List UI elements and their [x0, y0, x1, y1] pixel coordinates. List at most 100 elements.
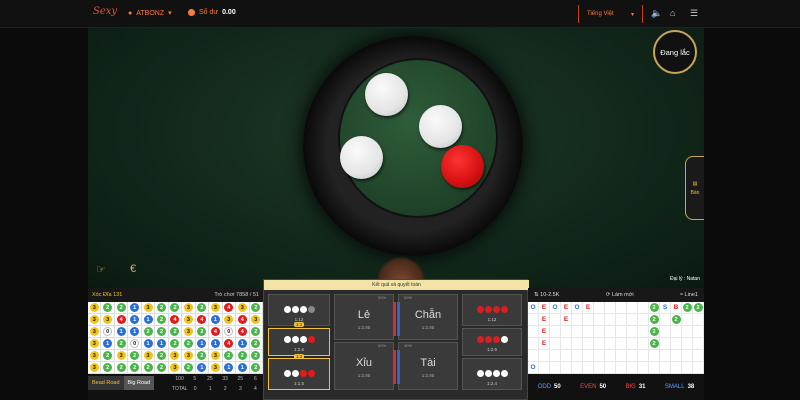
bead-grid: 3221322323432334112434134330112223240423…: [88, 302, 263, 374]
top-bar: Sexy ● ATBONZ ▾ Số dư 0.00 Tiếng Việt ▾ …: [0, 0, 800, 28]
bead-cell: 4: [236, 314, 250, 326]
bet-limit[interactable]: ⇅ 10-2.5K: [534, 292, 559, 298]
bead-cell: 2: [168, 338, 183, 350]
bead-cell: 1: [101, 338, 115, 350]
bead-result: 1: [130, 315, 140, 324]
road-header: Xóc Đĩa 131 Trò chơi 7858 / 51: [88, 288, 263, 302]
tab-bead-road[interactable]: Bead Road: [88, 376, 124, 390]
bead-cell: 2: [182, 362, 196, 374]
white-coin: [365, 73, 408, 116]
table-side-tab[interactable]: ▤ Bàn: [685, 156, 704, 220]
bead-result: 2: [197, 327, 207, 336]
bet-label: Lẻ: [357, 309, 371, 321]
road-cell: [605, 302, 616, 314]
bead-cell: 2: [222, 350, 237, 362]
bead-result: 1: [224, 363, 234, 372]
user-menu[interactable]: ● ATBONZ ▾: [128, 9, 172, 18]
bead-cell: 2: [155, 350, 169, 362]
home-icon[interactable]: ⌂: [670, 8, 675, 18]
refresh-label: Làm mới: [611, 292, 634, 298]
bead-cell: 3: [168, 362, 183, 374]
percentage-label: 50%: [404, 295, 413, 300]
bet-combination[interactable]: 1:2.6: [268, 328, 330, 356]
bet-combination[interactable]: 1:1.5: [268, 358, 330, 390]
road-cell: [528, 350, 539, 362]
brand-logo[interactable]: Sexy: [93, 6, 117, 17]
stats-header-cell: 6: [254, 376, 257, 382]
bead-cell: 3: [182, 350, 196, 362]
tab-big-road[interactable]: Big Road: [123, 376, 155, 390]
bead-result: 2: [183, 363, 193, 372]
bead-result: 2: [157, 303, 167, 312]
bet-combination[interactable]: 1:2.4: [462, 358, 522, 390]
road-cell: [561, 338, 572, 350]
bead-cell: 4: [222, 338, 237, 350]
road-cell: [616, 326, 627, 338]
bet-l[interactable]: Lẻ 1:2.95: [334, 294, 394, 340]
road-cell: E: [539, 326, 550, 338]
bead-result: 2: [157, 351, 167, 360]
road-cell: [528, 338, 539, 350]
bet-ratio: 1:2.95: [357, 325, 371, 330]
hand-icon[interactable]: ☞: [96, 263, 106, 276]
bead-cell: 3: [88, 350, 102, 362]
road-cell: [583, 362, 594, 374]
menu-icon[interactable]: ☰: [690, 8, 698, 19]
bead-cell: 1: [128, 326, 142, 338]
language-selector[interactable]: Tiếng Việt ▾: [578, 5, 643, 23]
bead-result: 3: [89, 303, 99, 312]
bet-combination[interactable]: 1:2.6: [462, 328, 522, 356]
bead-cell: 1: [236, 338, 250, 350]
coin-pattern: [476, 306, 508, 313]
road-cell: [572, 338, 583, 350]
bet-xu[interactable]: Xỉu 1:2.95: [334, 342, 394, 390]
bead-result: 1: [130, 303, 140, 312]
bet-combination[interactable]: 1:12: [462, 294, 522, 326]
bead-cell: 4: [236, 326, 250, 338]
road-cell: [693, 350, 704, 362]
red-coin-icon: [484, 306, 492, 313]
bead-cell: 2: [182, 338, 196, 350]
big-value: 31: [638, 384, 646, 390]
white-coin: [419, 105, 462, 148]
bead-result: 1: [210, 339, 220, 348]
road-cell: [671, 326, 682, 338]
road-cell: [638, 314, 649, 326]
road-cell: [616, 302, 627, 314]
bead-result: 0: [130, 339, 140, 348]
refresh-button[interactable]: ⟳ Làm mới: [606, 292, 634, 298]
bet-ti[interactable]: Tài 1:2.95: [398, 342, 458, 390]
sound-icon[interactable]: 🔈: [651, 8, 662, 19]
ratio-bar: [397, 302, 400, 336]
bead-cell: 1: [141, 314, 156, 326]
road-dot: 2: [649, 315, 659, 324]
red-coin-icon: [492, 336, 500, 343]
road-cell: [616, 314, 627, 326]
road-cell: [627, 338, 638, 350]
bead-result: 1: [197, 339, 207, 348]
bead-cell: 3: [141, 302, 156, 314]
limit-value: 10-2.5K: [540, 292, 560, 298]
white-coin-icon: [500, 370, 508, 377]
red-coin: [441, 145, 484, 188]
bead-cell: 2: [155, 302, 169, 314]
road-dot: 2: [649, 303, 659, 312]
bet-ratio: 1:2.6: [293, 347, 304, 352]
bead-cell: 1: [195, 362, 210, 374]
bead-result: 3: [143, 351, 153, 360]
line-indicator: ≈ Line1: [679, 292, 698, 298]
white-coin-icon: [291, 370, 299, 377]
shaking-status: Đang lắc: [653, 30, 697, 74]
stats-header-row: 100 5 25 33 25 6: [172, 376, 263, 384]
bead-cell: 2: [128, 362, 142, 374]
big-count: BIG 31: [626, 384, 646, 390]
bead-result: 2: [130, 363, 140, 372]
bet-chn[interactable]: Chẵn 1:2.95: [398, 294, 458, 340]
bead-result: 3: [183, 351, 193, 360]
bet-ratio: 1:2.95: [421, 325, 435, 330]
chip-icon[interactable]: €: [130, 263, 136, 275]
round-label: Trò chơi 7858 / 51: [214, 292, 259, 298]
language-label: Tiếng Việt: [587, 11, 614, 17]
bead-result: 2: [197, 351, 207, 360]
bead-result: 1: [197, 363, 207, 372]
